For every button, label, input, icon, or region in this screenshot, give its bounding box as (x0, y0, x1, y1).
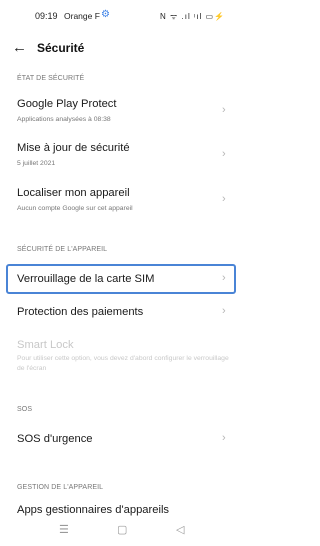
item-title: Protection des paiements (17, 306, 144, 318)
item-verrouillage-sim[interactable]: Verrouillage de la carte SIM › (6, 264, 236, 294)
item-sos-urgence[interactable]: SOS d'urgence › (0, 428, 245, 454)
page-title: Sécurité (37, 41, 85, 55)
item-title: Google Play Protect (17, 98, 117, 110)
item-mise-a-jour[interactable]: Mise à jour de sécurité 5 juillet 2021 › (0, 136, 245, 174)
item-google-play-protect[interactable]: Google Play Protect Applications analysé… (0, 92, 245, 130)
chevron-right-icon: › (222, 272, 226, 284)
chevron-right-icon: › (222, 104, 226, 116)
item-subtitle: Aucun compte Google sur cet appareil (17, 205, 133, 212)
item-title: Apps gestionnaires d'appareils (17, 504, 170, 516)
back-icon[interactable]: ◁ (176, 523, 184, 536)
item-apps-gestionnaires[interactable]: Apps gestionnaires d'appareils (0, 502, 245, 516)
item-title: SOS d'urgence (17, 433, 93, 445)
item-title: Smart Lock (17, 339, 74, 351)
status-carrier: Orange F (64, 11, 100, 21)
item-subtitle: 5 juillet 2021 (17, 160, 56, 167)
item-subtitle: Applications analysées à 08:38 (17, 116, 111, 123)
section-header-sos: SOS (17, 406, 33, 413)
home-icon[interactable]: ▢ (117, 523, 127, 536)
item-smart-lock: Smart Lock Pour utiliser cette option, v… (0, 335, 245, 379)
item-protection-paiements[interactable]: Protection des paiements › (0, 300, 245, 326)
item-title: Verrouillage de la carte SIM (17, 273, 155, 285)
section-header-etat: ÉTAT DE SÉCURITÉ (17, 75, 85, 82)
back-arrow-icon[interactable]: ← (12, 38, 30, 58)
section-header-appareil: SÉCURITÉ DE L'APPAREIL (17, 246, 108, 253)
chevron-right-icon: › (222, 148, 226, 160)
settings-gear-icon: ⚙ (101, 9, 110, 20)
status-icons: N ᯤ .ıl ᵎıl ▭⚡ (160, 12, 225, 21)
chevron-right-icon: › (222, 432, 226, 444)
item-subtitle: Pour utiliser cette option, vous devez d… (17, 355, 229, 372)
header: ← Sécurité (0, 38, 245, 62)
navigation-bar: ☰ ▢ ◁ (0, 516, 245, 546)
chevron-right-icon: › (222, 193, 226, 205)
item-title: Mise à jour de sécurité (17, 142, 130, 154)
chevron-right-icon: › (222, 305, 226, 317)
status-time: 09:19 (35, 11, 58, 21)
status-bar: 09:19 Orange F ⚙ N ᯤ .ıl ᵎıl ▭⚡ (0, 0, 245, 32)
menu-icon[interactable]: ☰ (59, 523, 69, 536)
item-title: Localiser mon appareil (17, 187, 130, 199)
item-localiser-appareil[interactable]: Localiser mon appareil Aucun compte Goog… (0, 181, 245, 219)
section-header-gestion: GESTION DE L'APPAREIL (17, 484, 104, 491)
